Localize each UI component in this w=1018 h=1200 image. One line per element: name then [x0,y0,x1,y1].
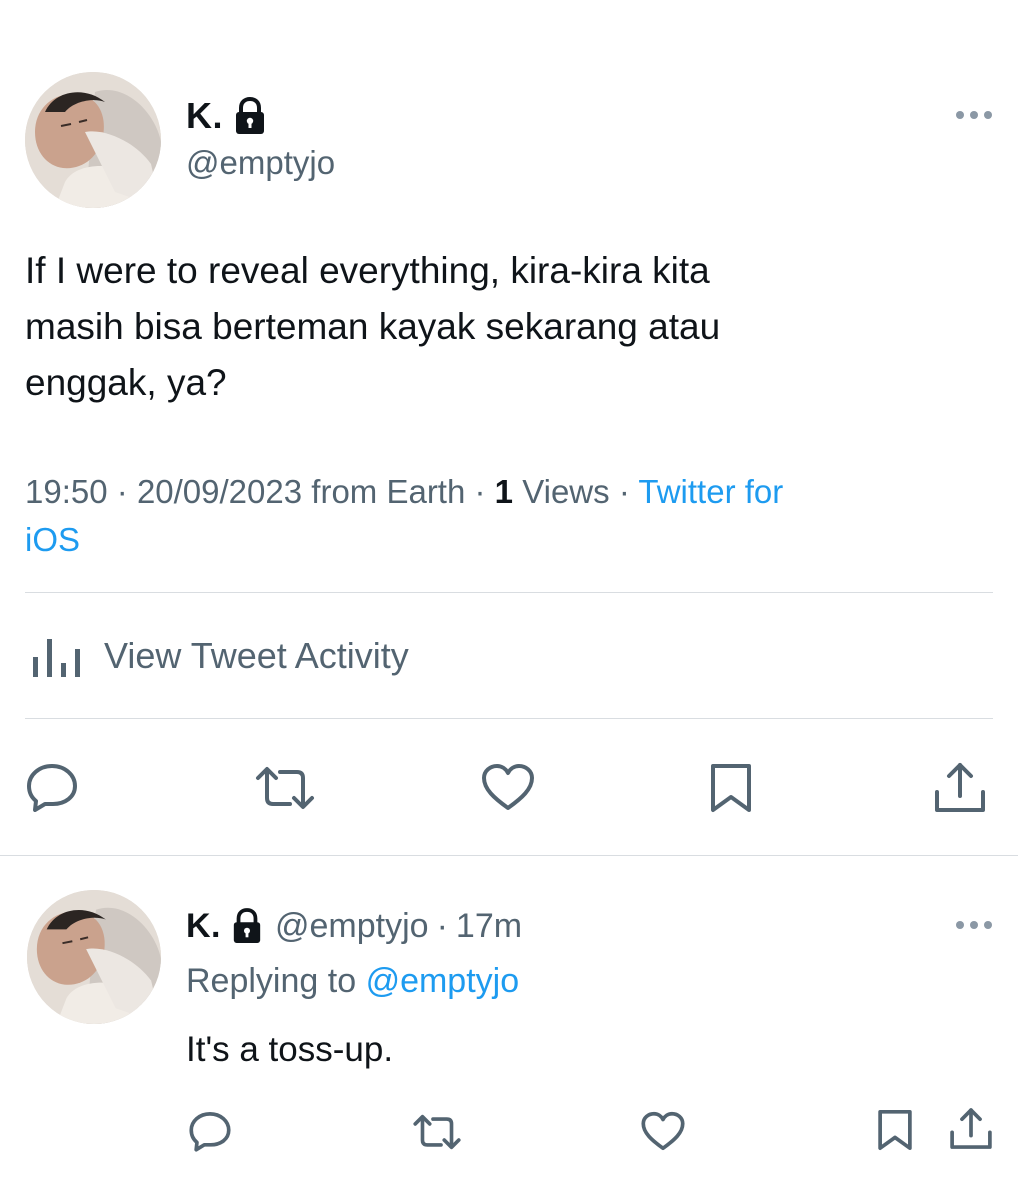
divider [25,718,993,719]
more-options-icon[interactable] [954,918,994,932]
tweet-source-link-cont[interactable]: iOS [25,516,985,564]
mention-link[interactable]: @emptyjo [366,962,520,1000]
bookmark-icon[interactable] [708,762,754,814]
views-label[interactable]: Views [522,473,609,510]
views-count[interactable]: 1 [495,473,513,510]
avatar[interactable] [25,72,161,208]
divider [25,592,993,593]
tweet-text-line: If I were to reveal everything, kira-kir… [25,250,710,291]
meta-separator: · [116,473,128,510]
reply-icon[interactable] [25,762,79,812]
display-name[interactable]: K. [186,907,221,946]
view-tweet-activity-button[interactable]: View Tweet Activity [30,628,409,684]
avatar-image [25,72,161,208]
retweet-icon[interactable] [412,1112,462,1152]
heart-icon[interactable] [480,762,536,812]
tweet-date[interactable]: 20/09/2023 [137,473,302,510]
share-icon[interactable] [948,1106,994,1152]
lock-icon [233,97,267,135]
author-handle[interactable]: @emptyjo [275,907,429,946]
tweet-source-link[interactable]: Twitter for [638,473,783,510]
replying-to-label: Replying to [186,962,357,1000]
tweet-time[interactable]: 19:50 [25,473,108,510]
reply-time[interactable]: 17m [456,907,522,946]
avatar[interactable] [27,890,161,1024]
divider [0,855,1018,856]
reply-author-row[interactable]: K. @emptyjo · 17m [186,904,522,948]
avatar-image [27,890,161,1024]
share-icon[interactable] [932,760,988,816]
lock-icon [231,908,263,944]
tweet-text-line: masih bisa berteman kayak sekarang atau [25,306,721,347]
reply-text: It's a toss-up. [186,1030,394,1069]
tweet-text: If I were to reveal everything, kira-kir… [25,243,985,411]
bar-chart-icon [30,633,82,679]
tweet-meta: 19:50 · 20/09/2023 from Earth · 1 Views … [25,468,985,564]
replying-to: Replying to @emptyjo [186,962,519,1001]
meta-separator: · [436,906,448,945]
more-options-icon[interactable] [954,108,994,122]
meta-separator: · [618,473,630,510]
tweet-text-line: enggak, ya? [25,362,227,403]
retweet-icon[interactable] [254,764,316,812]
meta-separator: · [474,473,486,510]
heart-icon[interactable] [640,1110,686,1152]
reply-icon[interactable] [188,1110,232,1152]
display-name[interactable]: K. [186,95,223,137]
author-handle[interactable]: @emptyjo [186,144,335,182]
bookmark-icon[interactable] [876,1108,914,1152]
view-tweet-activity-label: View Tweet Activity [104,635,409,676]
tweet-location: from Earth [311,473,466,510]
author-name-row[interactable]: K. [186,94,267,138]
